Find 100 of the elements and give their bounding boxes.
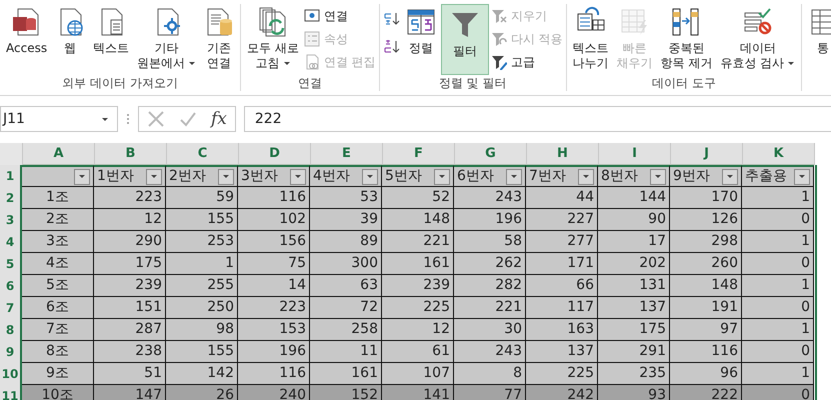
filter-dropdown-button[interactable] bbox=[578, 168, 594, 184]
filter-dropdown-button[interactable] bbox=[506, 168, 522, 184]
column-header[interactable]: B bbox=[95, 143, 167, 165]
row-header[interactable]: 11 bbox=[0, 385, 22, 400]
column-header[interactable]: J bbox=[671, 143, 743, 165]
column-header[interactable]: C bbox=[167, 143, 239, 165]
caret-icon bbox=[101, 116, 109, 122]
column-header[interactable]: D bbox=[239, 143, 311, 165]
table-header-cell: 7번자 bbox=[526, 165, 598, 187]
row-header[interactable]: 1 bbox=[0, 165, 22, 187]
check-icon[interactable] bbox=[179, 110, 197, 128]
group-label: 데이터 도구 bbox=[650, 75, 717, 91]
table-cell: 239 bbox=[94, 275, 166, 297]
group-label: 연결 bbox=[296, 75, 323, 91]
ribbon-button[interactable]: 모두 새로 고침 bbox=[244, 4, 302, 75]
table-cell: 89 bbox=[310, 231, 382, 253]
row-header[interactable]: 4 bbox=[0, 231, 22, 253]
table-cell: 147 bbox=[94, 385, 166, 400]
ribbon-button[interactable]: 중복된 항목 제거 bbox=[658, 4, 716, 75]
table-cell: 225 bbox=[382, 297, 454, 319]
caret-icon bbox=[78, 174, 86, 179]
table-cell: 137 bbox=[598, 297, 670, 319]
caret-icon bbox=[726, 174, 734, 179]
formula-input[interactable]: 222 bbox=[244, 106, 831, 132]
caret-icon bbox=[438, 174, 446, 179]
table-cell: 196 bbox=[454, 209, 526, 231]
ribbon-button[interactable]: 데이터 유효성 검사 bbox=[717, 4, 798, 75]
row-header[interactable]: 2 bbox=[0, 187, 22, 209]
caret-icon bbox=[222, 174, 230, 179]
table-cell: 61 bbox=[382, 341, 454, 363]
column-header[interactable]: F bbox=[383, 143, 455, 165]
table-cell: 116 bbox=[238, 363, 310, 385]
table-header-cell: 추출용 bbox=[742, 165, 814, 187]
ribbon-button[interactable]: 통 bbox=[805, 4, 831, 91]
filter-dropdown-button[interactable] bbox=[218, 168, 234, 184]
ribbon-small-button[interactable]: 연결 bbox=[304, 6, 376, 26]
ribbon-button[interactable]: Access bbox=[3, 4, 50, 75]
column-header[interactable]: H bbox=[527, 143, 599, 165]
table-cell: 202 bbox=[598, 253, 670, 275]
table-cell: 98 bbox=[166, 319, 238, 341]
table-cell: 250 bbox=[166, 297, 238, 319]
filter-dropdown-button[interactable] bbox=[362, 168, 378, 184]
ribbon-button[interactable]: 필터 bbox=[440, 4, 489, 75]
grip-icon[interactable] bbox=[126, 113, 130, 125]
table-cell: 0 bbox=[742, 341, 814, 363]
table-cell: 90 bbox=[598, 209, 670, 231]
table-cell: 277 bbox=[526, 231, 598, 253]
row-header[interactable]: 5 bbox=[0, 253, 22, 275]
filter-dropdown-button[interactable] bbox=[74, 168, 90, 184]
table-cell: 142 bbox=[166, 363, 238, 385]
row-header[interactable]: 8 bbox=[0, 319, 22, 341]
ribbon-button[interactable]: 웹 bbox=[52, 4, 88, 75]
table-cell: 4조 bbox=[22, 253, 94, 275]
table-cell: 96 bbox=[670, 363, 742, 385]
filter-dropdown-button[interactable] bbox=[146, 168, 162, 184]
table-cell: 262 bbox=[454, 253, 526, 275]
table-cell: 8 bbox=[454, 363, 526, 385]
table-cell: 235 bbox=[598, 363, 670, 385]
insert-function-button[interactable]: fx bbox=[211, 109, 227, 129]
filter-dropdown-button[interactable] bbox=[650, 168, 666, 184]
ribbon-button[interactable]: 정렬 bbox=[402, 4, 439, 75]
ribbon-button[interactable]: 기존 연결 bbox=[201, 4, 238, 75]
filter-dropdown-button[interactable] bbox=[434, 168, 450, 184]
filter-dropdown-button[interactable] bbox=[290, 168, 306, 184]
table-cell: 39 bbox=[310, 209, 382, 231]
table-cell: 0 bbox=[742, 385, 814, 400]
table-cell: 97 bbox=[670, 319, 742, 341]
filter-dropdown-button[interactable] bbox=[722, 168, 738, 184]
caret-icon bbox=[798, 174, 806, 179]
table-cell: 131 bbox=[598, 275, 670, 297]
table-cell: 72 bbox=[310, 297, 382, 319]
table-cell: 242 bbox=[526, 385, 598, 400]
filter-dropdown-button[interactable] bbox=[794, 168, 810, 184]
column-header[interactable]: G bbox=[455, 143, 527, 165]
row-header[interactable]: 3 bbox=[0, 209, 22, 231]
table-cell: 14 bbox=[238, 275, 310, 297]
column-header[interactable]: A bbox=[23, 143, 95, 165]
row-header[interactable]: 7 bbox=[0, 297, 22, 319]
name-box[interactable]: J11 bbox=[0, 106, 118, 132]
column-header[interactable]: E bbox=[311, 143, 383, 165]
column-header[interactable]: I bbox=[599, 143, 671, 165]
ribbon-icon bbox=[304, 8, 320, 24]
ribbon-button[interactable]: 텍스트 나누기 bbox=[570, 4, 612, 75]
table-cell: 240 bbox=[238, 385, 310, 400]
table-cell: 222 bbox=[670, 385, 742, 400]
table-cell: 225 bbox=[526, 363, 598, 385]
table-cell: 141 bbox=[382, 385, 454, 400]
ribbon-button[interactable]: 텍스트 bbox=[90, 4, 132, 75]
column-header[interactable]: K bbox=[743, 143, 815, 165]
table-cell: 0 bbox=[742, 209, 814, 231]
row-header[interactable]: 9 bbox=[0, 341, 22, 363]
row-header[interactable]: 6 bbox=[0, 275, 22, 297]
ribbon-small-button[interactable]: 고급 bbox=[490, 52, 563, 72]
row-header[interactable]: 10 bbox=[0, 363, 22, 385]
table-cell: 1조 bbox=[22, 187, 94, 209]
ribbon-button[interactable]: 기타 원본에서 bbox=[134, 4, 200, 75]
ribbon-icon bbox=[490, 54, 507, 70]
table-cell: 243 bbox=[454, 187, 526, 209]
table-cell: 238 bbox=[94, 341, 166, 363]
table-cell: 44 bbox=[526, 187, 598, 209]
